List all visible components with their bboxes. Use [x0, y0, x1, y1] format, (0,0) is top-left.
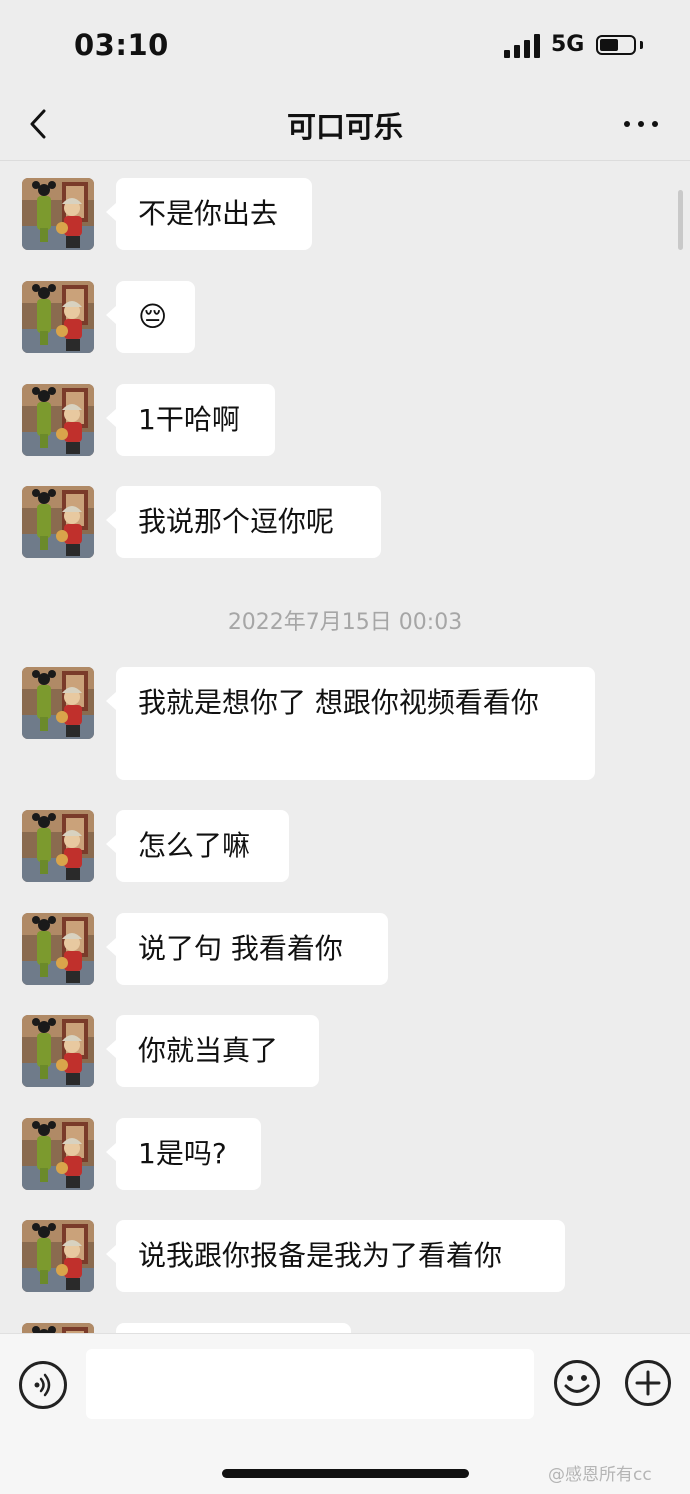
message-row-partial [0, 1323, 690, 1333]
home-indicator[interactable] [222, 1469, 469, 1478]
contact-avatar[interactable] [22, 281, 94, 353]
plus-icon [625, 1360, 671, 1406]
battery-cap [640, 41, 643, 49]
message-bubble[interactable] [116, 1323, 351, 1333]
contact-avatar[interactable] [22, 178, 94, 250]
contact-avatar[interactable] [22, 913, 94, 985]
message-row: 你就当真了 [0, 1015, 690, 1087]
chat-header: 可口可乐 [0, 92, 690, 161]
message-bubble[interactable]: 1干哈啊 [106, 384, 275, 456]
more-button[interactable] [616, 106, 666, 142]
message-bubble[interactable]: 不是你出去 [106, 178, 312, 250]
message-bubble[interactable]: 说了句 我看着你 [106, 913, 388, 985]
message-bubble[interactable]: 说我跟你报备是我为了看着你 [106, 1220, 565, 1292]
emoji-icon [554, 1360, 600, 1406]
message-text: 怎么了嘛 [138, 829, 251, 862]
message-text: 你就当真了 [138, 1034, 279, 1067]
message-row: 说我跟你报备是我为了看着你 [0, 1220, 690, 1292]
message-text: 1是吗? [138, 1137, 227, 1170]
contact-avatar[interactable] [22, 667, 94, 739]
voice-icon [34, 1373, 51, 1397]
message-input[interactable] [86, 1349, 534, 1419]
signal-icon [504, 34, 540, 58]
message-row: 我就是想你了 想跟你视频看看你 [0, 667, 690, 780]
message-text: 说我跟你报备是我为了看着你 [138, 1239, 503, 1272]
plus-button[interactable] [624, 1359, 672, 1407]
contact-avatar[interactable] [22, 1015, 94, 1087]
message-row: 1干哈啊 [0, 384, 690, 456]
more-dots-icon [624, 121, 630, 127]
voice-button[interactable] [19, 1361, 67, 1409]
message-bubble[interactable]: 我就是想你了 想跟你视频看看你 [106, 667, 595, 780]
status-bar: 03:10 5G [0, 0, 690, 92]
message-text: 1干哈啊 [138, 403, 240, 436]
contact-avatar[interactable] [22, 1118, 94, 1190]
message-row: 怎么了嘛 [0, 810, 690, 882]
message-bubble[interactable]: 😔 [106, 281, 195, 353]
message-bubble[interactable]: 1是吗? [106, 1118, 261, 1190]
message-row: 说了句 我看着你 [0, 913, 690, 985]
contact-avatar[interactable] [22, 1323, 94, 1333]
message-text: 说了句 我看着你 [138, 932, 343, 965]
network-type: 5G [551, 32, 585, 57]
emoji-button[interactable] [553, 1359, 601, 1407]
contact-avatar[interactable] [22, 384, 94, 456]
message-row: 不是你出去 [0, 178, 690, 250]
chat-title: 可口可乐 [286, 110, 403, 144]
message-bubble[interactable]: 怎么了嘛 [106, 810, 289, 882]
battery-fill [600, 39, 618, 51]
battery-icon [596, 35, 636, 55]
chat-timestamp: 2022年7月15日 00:03 [227, 610, 463, 635]
message-text: 😔 [138, 300, 168, 333]
message-bubble[interactable]: 你就当真了 [106, 1015, 319, 1087]
status-time: 03:10 [74, 28, 169, 62]
contact-avatar[interactable] [22, 810, 94, 882]
contact-avatar[interactable] [22, 1220, 94, 1292]
message-text: 不是你出去 [138, 197, 279, 230]
contact-avatar[interactable] [22, 486, 94, 558]
message-row: 1是吗? [0, 1118, 690, 1190]
watermark: @感恩所有cc [548, 1465, 652, 1485]
message-row: 😔 [0, 281, 690, 353]
message-bubble[interactable]: 我说那个逗你呢 [106, 486, 381, 558]
message-text: 我就是想你了 想跟你视频看看你 [138, 686, 539, 719]
message-text: 我说那个逗你呢 [138, 505, 335, 538]
message-row: 我说那个逗你呢 [0, 486, 690, 558]
input-bar: @感恩所有cc [0, 1333, 690, 1494]
